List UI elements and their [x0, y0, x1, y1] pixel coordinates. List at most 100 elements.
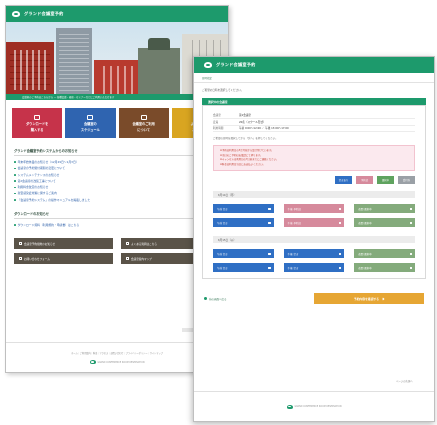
- slot-label: 午後 予約済: [287, 207, 301, 211]
- banner-label: 会議室案内マップ: [131, 257, 152, 261]
- back-link[interactable]: 前の画面へ戻る: [204, 297, 227, 301]
- table-row: 利用時間 午前 9:00〜12:00 ／ 午後 13:00〜17:00: [213, 125, 415, 132]
- checkbox-icon: [338, 221, 342, 225]
- reservation-page-window: グランド会議室予約 日時指定 ご希望の日時を選択してください。 選択中の会議室 …: [193, 56, 435, 422]
- banner-label: お問い合わせフォーム: [24, 257, 50, 261]
- page-instruction: ご希望の日時を選択してください。: [202, 89, 244, 92]
- site-footer: GRAND CONFERENCE ROOM RESERVATION: [194, 391, 434, 421]
- cart-icon: [34, 114, 41, 120]
- checkbox-icon: [338, 207, 342, 211]
- tile-label: 会議室の: [84, 121, 97, 126]
- warning-box: ※予約は利用日の3か月前から受け付けています。 ※当日のご予約はお電話にて承りま…: [213, 145, 415, 172]
- tile-purchase[interactable]: ダウンロードを 購入する: [12, 108, 63, 138]
- logo-icon: [12, 11, 20, 17]
- banner-label: よくある質問はこちら: [131, 242, 157, 246]
- confirm-button[interactable]: 予約内容を確認する: [314, 293, 424, 305]
- legend-open-button[interactable]: 空きあり: [335, 176, 352, 185]
- bullet-icon: [14, 186, 16, 189]
- bullet-icon: [14, 224, 16, 227]
- time-slot-open[interactable]: 午前 空き: [213, 263, 274, 273]
- site-logo-text[interactable]: グランド会議室予約: [24, 11, 64, 17]
- room-info-table: 会議室 第1会議室 定員 20名（スクール形式） 利用時間 午前 9:00〜12:00…: [213, 112, 415, 132]
- news-link[interactable]: 「会議室予約システム」の操作マニュアルを掲載しました: [18, 197, 91, 203]
- site-header: グランド会議室予約: [194, 57, 434, 73]
- time-slot-selected[interactable]: 夜間 選択中: [354, 204, 415, 214]
- banner-label: 会議室予約規約のお知らせ: [24, 242, 56, 246]
- time-slot-open[interactable]: 午前 空き: [213, 218, 274, 228]
- bullet-icon: [14, 192, 16, 195]
- slot-label: 午前 空き: [217, 252, 228, 256]
- footer-logo-text: GRAND CONFERENCE ROOM RESERVATION: [294, 405, 342, 408]
- tile-label: ダウンロードを: [25, 121, 49, 126]
- tile-schedule[interactable]: 会議室の スケジュール: [65, 108, 116, 138]
- warning-line: ※料金は利用日当日にお支払いください。: [220, 162, 266, 166]
- banner-contact[interactable]: お問い合わせフォーム: [14, 253, 113, 265]
- checkbox-icon: [409, 266, 412, 270]
- slot-label: 午後 予約済: [287, 221, 301, 225]
- info-key: 利用時間: [213, 125, 239, 132]
- time-slot-open[interactable]: 午前 空き: [213, 204, 274, 214]
- site-logo-text[interactable]: グランド会議室予約: [216, 62, 256, 68]
- banner-rules[interactable]: 会議室予約規約のお知らせ: [14, 238, 113, 250]
- logo-icon: [89, 360, 96, 364]
- tile-label: スケジュール: [80, 127, 100, 132]
- panel-title: 選択中の会議室: [202, 98, 426, 105]
- footer-logo: GRAND CONFERENCE ROOM RESERVATION: [286, 404, 342, 409]
- reservation-panel: 会議室 第1会議室 定員 20名（スクール形式） 利用時間 午前 9:00〜12:00…: [202, 105, 426, 280]
- slot-label: 夜間 選択中: [358, 221, 372, 225]
- logo-icon: [204, 62, 212, 68]
- date-header: 6月15日（火）: [213, 236, 415, 244]
- info-icon: [140, 114, 147, 120]
- slot-label: 夜間 選択中: [358, 252, 372, 256]
- confirm-button-label: 予約内容を確認する: [353, 296, 380, 301]
- site-header: グランド会議室予約: [6, 6, 228, 22]
- slot-label: 午後 空き: [287, 266, 299, 270]
- tile-label: 購入する: [30, 127, 44, 132]
- tile-label: について: [137, 127, 150, 132]
- time-slot-open[interactable]: 午後 空き: [283, 263, 345, 273]
- time-slot-selected[interactable]: 夜間 選択中: [354, 249, 415, 259]
- legend-closed-button[interactable]: 受付外: [398, 176, 415, 185]
- hero-building: [138, 38, 180, 100]
- tile-label: 会議室のご利用: [132, 121, 155, 126]
- footer-logo-text: GRAND CONFERENCE ROOM RESERVATION: [97, 360, 145, 364]
- time-slot-open[interactable]: 午後 空き: [283, 249, 345, 259]
- calendar-icon: [87, 114, 94, 120]
- question-icon: [126, 242, 129, 246]
- hero-building: [6, 42, 54, 100]
- news-title: グランド会議室予約システムからのお知らせ: [14, 148, 220, 156]
- page-top-link[interactable]: ページの先頭へ: [396, 379, 413, 383]
- checkbox-icon: [268, 252, 271, 256]
- document-icon: [19, 242, 22, 246]
- time-slot-booked: 午後 予約済: [283, 218, 345, 228]
- hero-building: [56, 28, 92, 100]
- time-slot-booked: 午後 予約済: [283, 204, 345, 214]
- bullet-icon: [14, 173, 16, 176]
- form-navigation: 前の画面へ戻る 予約内容を確認する: [204, 293, 424, 305]
- legend-booked-button[interactable]: 予約済: [356, 176, 373, 185]
- back-arrow-icon: [204, 297, 207, 301]
- bullet-icon: [14, 161, 16, 163]
- legend-selected-button[interactable]: 選択中: [377, 176, 394, 185]
- support-title: ダウンロードのお知らせ: [14, 211, 220, 220]
- time-slot-grid: 午前 空き 午後 空き 夜間 選択中 午前 空き 午後 空き 夜間 選択中: [213, 243, 415, 274]
- footer-links[interactable]: ホーム｜ご利用案内｜料金｜アクセス｜お問い合わせ｜プライバシーポリシー｜サイトマ…: [71, 351, 163, 355]
- slot-label: 夜間 選択中: [358, 207, 372, 211]
- time-slot-selected[interactable]: 夜間 選択中: [354, 218, 415, 228]
- time-slot-selected[interactable]: 夜間 選択中: [354, 263, 415, 273]
- support-link[interactable]: ダウンロード資料（利用規約・申請書）はこちら: [18, 222, 80, 228]
- slot-label: 午前 空き: [217, 266, 228, 270]
- checkbox-icon: [409, 252, 412, 256]
- back-link-label: 前の画面へ戻る: [209, 297, 227, 301]
- slot-label: 午後 空き: [287, 252, 299, 256]
- slot-label: 午前 空き: [217, 207, 228, 211]
- selection-note: ご希望の日時を選択してから「次へ」を押してください。: [213, 137, 278, 140]
- news-list: 年末年始休業のお知らせ（12月29日〜1月3日） 会議室の予約受付期間の変更につ…: [14, 159, 220, 203]
- time-slot-open[interactable]: 午前 空き: [213, 249, 274, 259]
- date-header: 6月14日（月）: [213, 191, 415, 199]
- checkbox-icon: [268, 266, 271, 270]
- checkbox-icon: [268, 207, 271, 211]
- tile-usage[interactable]: 会議室のご利用 について: [118, 108, 169, 138]
- info-value: 午前 9:00〜12:00 ／ 午後 13:00〜17:00: [239, 125, 415, 132]
- checkbox-icon: [338, 252, 342, 256]
